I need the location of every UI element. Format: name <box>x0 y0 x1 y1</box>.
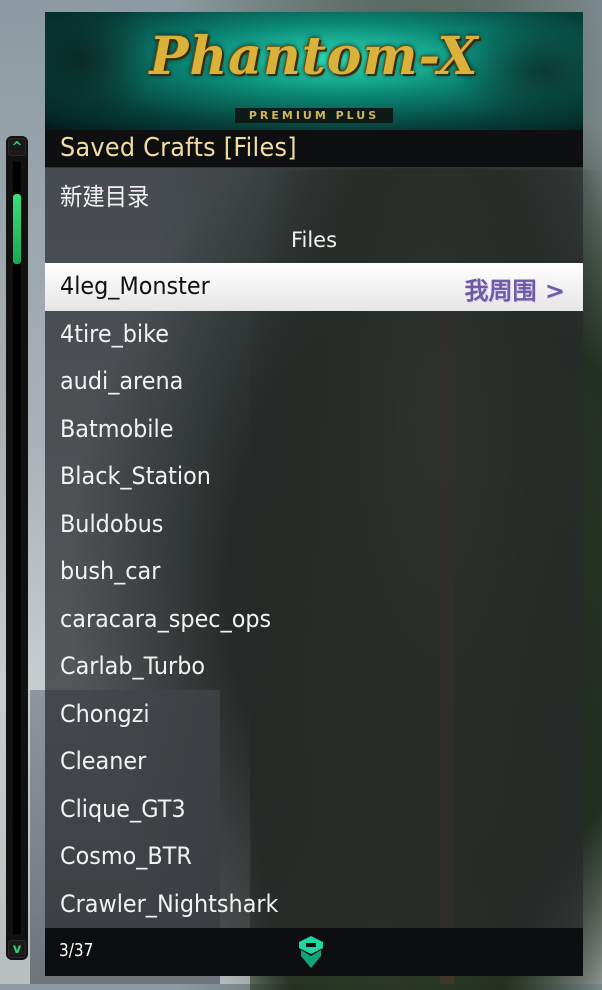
menu-item-label: Cosmo_BTR <box>60 842 192 870</box>
menu-item-crawler-nightshark[interactable]: Crawler_Nightshark <box>45 881 583 929</box>
menu-footer: 3/37 <box>45 928 583 976</box>
menu-scrollbar[interactable]: ^ v <box>6 136 28 960</box>
menu-item-label: Crawler_Nightshark <box>60 889 279 918</box>
menu-item-carlab-turbo[interactable]: Carlab_Turbo <box>45 643 583 691</box>
menu-item-4leg-monster[interactable]: 4leg_Monster 我周围 > <box>45 263 583 311</box>
menu-item-item-0[interactable]: 新建目录 <box>45 168 583 216</box>
menu-item-label: audi_arena <box>60 367 184 395</box>
menu-item-bush-car[interactable]: bush_car <box>45 548 583 596</box>
menu-title-bar: Saved Crafts [Files] <box>45 130 583 168</box>
menu-item-label: Buldobus <box>60 509 164 538</box>
menu-item-buldobus[interactable]: Buldobus <box>45 501 583 549</box>
chevron-down-icon[interactable]: v <box>8 940 26 958</box>
menu-item-cleaner[interactable]: Cleaner <box>45 738 583 786</box>
menu-item-label: caracara_spec_ops <box>60 604 272 633</box>
menu-item-label: 4tire_bike <box>60 319 169 348</box>
menu-item-label: 新建目录 <box>60 183 150 211</box>
menu-item-label: Cleaner <box>60 747 147 775</box>
banner-subtitle: PREMIUM PLUS <box>45 104 583 123</box>
menu-item-label: Chongzi <box>60 699 150 728</box>
section-header-files: Files <box>45 216 583 264</box>
mod-menu-panel: Phantom-X PREMIUM PLUS Saved Crafts [Fil… <box>45 12 583 976</box>
menu-banner: Phantom-X PREMIUM PLUS <box>45 12 583 130</box>
menu-item-caracara-spec-ops[interactable]: caracara_spec_ops <box>45 596 583 644</box>
banner-subtitle-text: PREMIUM PLUS <box>234 108 394 123</box>
item-counter: 3/37 <box>59 940 94 961</box>
menu-item-cosmo-btr[interactable]: Cosmo_BTR <box>45 833 583 881</box>
menu-item-label: Batmobile <box>60 414 174 443</box>
menu-item-label: Clique_GT3 <box>60 794 186 823</box>
menu-item-chongzi[interactable]: Chongzi <box>45 691 583 739</box>
menu-item-audi-arena[interactable]: audi_arena <box>45 358 583 406</box>
menu-item-label: Carlab_Turbo <box>60 652 206 680</box>
menu-item-batmobile[interactable]: Batmobile <box>45 406 583 454</box>
scroll-track[interactable] <box>13 162 21 934</box>
section-header-label: Files <box>290 227 338 252</box>
menu-list: 新建目录 Files 4leg_Monster 我周围 > 4tire_bikeaudi… <box>45 168 583 928</box>
menu-item-suffix: 我周围 > <box>464 277 565 305</box>
scroll-thumb[interactable] <box>13 194 21 264</box>
menu-title: Saved Crafts [Files] <box>60 133 297 163</box>
menu-item-label: 4leg_Monster <box>60 272 210 300</box>
menu-item-clique-gt3[interactable]: Clique_GT3 <box>45 786 583 834</box>
menu-item-black-station[interactable]: Black_Station <box>45 453 583 501</box>
menu-item-label: Black_Station <box>60 462 211 490</box>
menu-item-label: bush_car <box>60 557 161 585</box>
phantom-emblem-icon <box>299 936 323 968</box>
menu-item-4tire-bike[interactable]: 4tire_bike <box>45 311 583 359</box>
banner-logo: Phantom-X <box>149 26 479 87</box>
chevron-up-icon[interactable]: ^ <box>8 138 26 156</box>
